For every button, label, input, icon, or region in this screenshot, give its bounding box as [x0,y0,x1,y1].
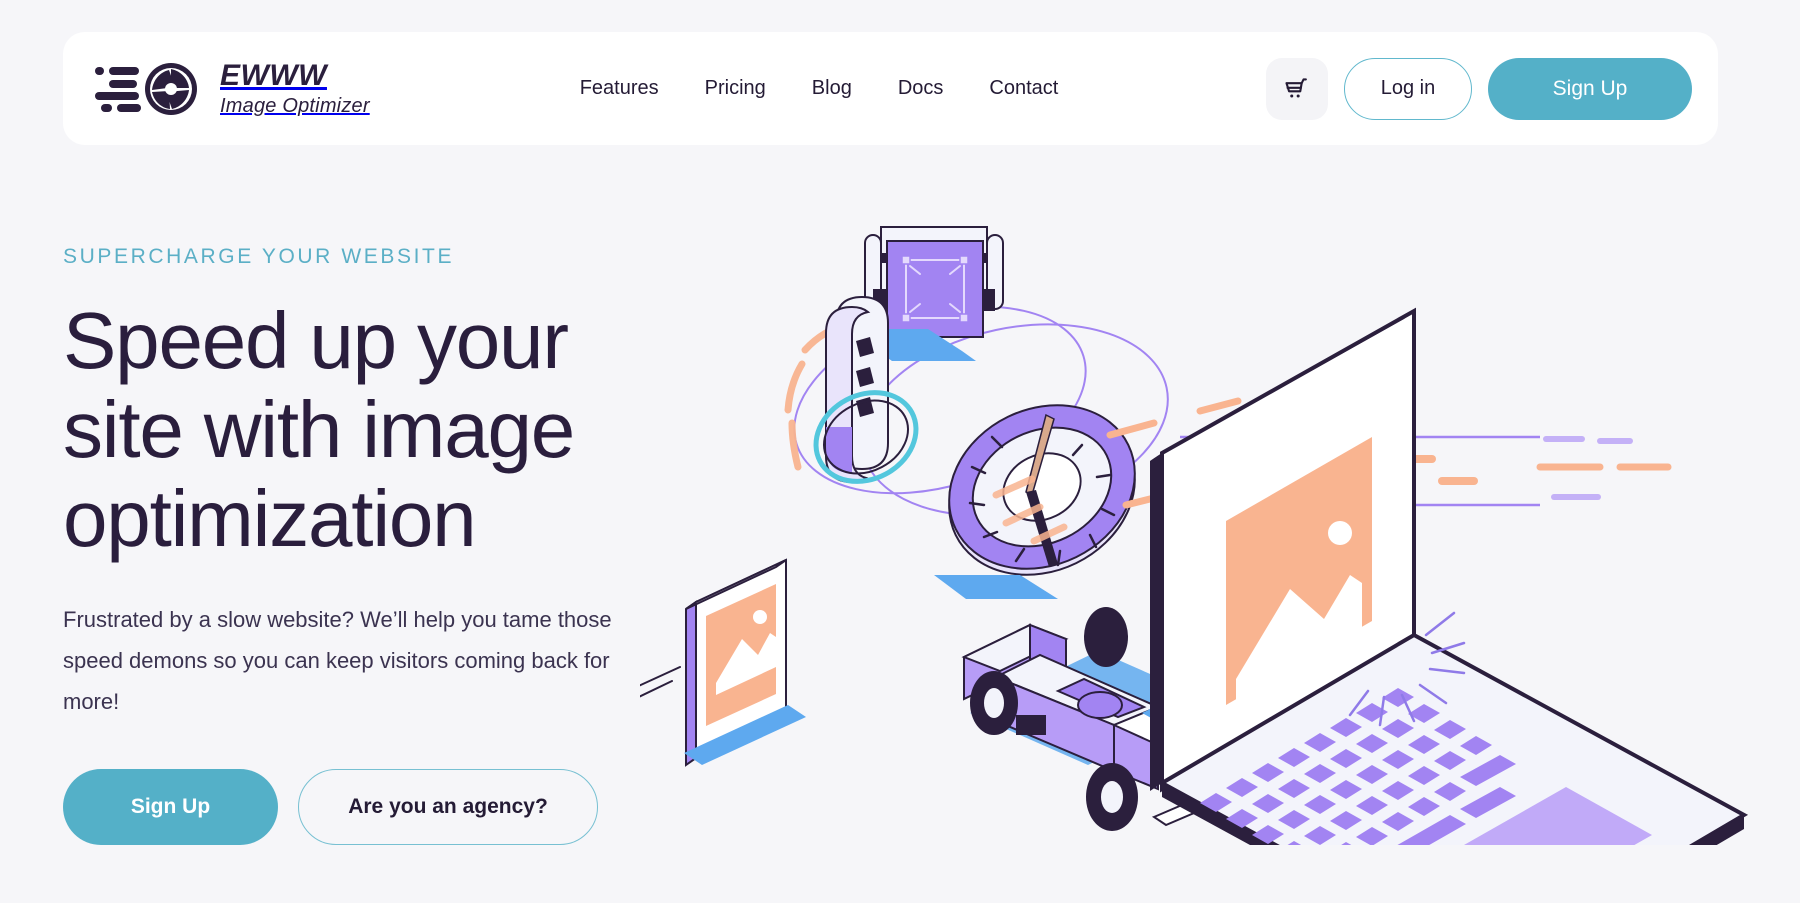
nav-item-features[interactable]: Features [580,77,659,100]
header-signup-button[interactable]: Sign Up [1488,57,1692,120]
brand-tagline: Image Optimizer [220,95,370,117]
nav-item-pricing[interactable]: Pricing [705,77,766,100]
nav-item-blog[interactable]: Blog [812,77,852,100]
nav-item-contact[interactable]: Contact [989,77,1058,100]
primary-navigation: Features Pricing Blog Docs Contact [580,77,1059,100]
hero-subtitle: Frustrated by a slow website? We’ll help… [63,607,612,714]
cart-button[interactable] [1266,57,1328,120]
nav-item-docs[interactable]: Docs [898,77,944,100]
brand-name: EWWW [220,59,327,92]
hero-signup-button[interactable]: Sign Up [63,769,278,845]
hero-title: Speed up your site with image optimizati… [63,296,575,563]
brand-logo-link[interactable]: EWWW Image Optimizer [95,61,370,117]
aperture-speed-icon [95,61,207,117]
hero-agency-button[interactable]: Are you an agency? [298,769,598,845]
header-actions: Log in Sign Up [1266,57,1692,120]
laptop-graphic [1142,307,1749,845]
landing-page: EWWW Image Optimizer Features Pricing Bl… [0,0,1800,903]
speed-gauge-graphic [934,404,1136,599]
shopping-cart-icon [1283,75,1311,103]
site-header: EWWW Image Optimizer Features Pricing Bl… [63,32,1718,145]
hero-illustration: .pL{fill:#b79cf7}.pM{fill:#a284f2}.pD{fi… [640,205,1800,845]
floating-image-card [640,558,806,767]
login-button[interactable]: Log in [1344,57,1472,120]
